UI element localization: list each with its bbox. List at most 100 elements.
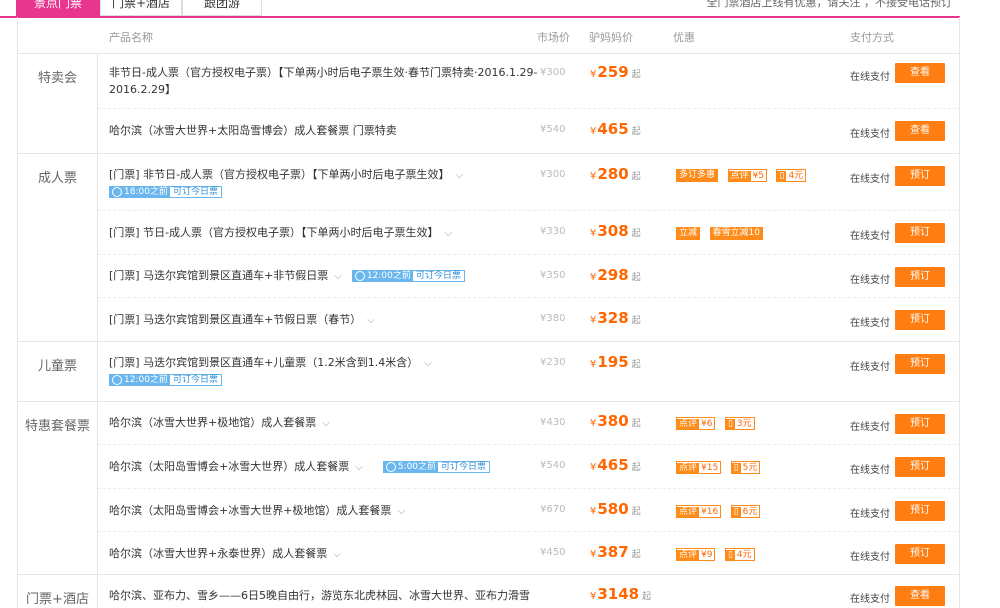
pay-method: 在线支付: [850, 318, 890, 329]
header-pay-method: 支付方式: [850, 31, 894, 44]
chevron-down-icon[interactable]: ⌵: [397, 503, 405, 520]
tab-bar: 景点门票 门票+酒店 跟团游 全门票酒店上线有优惠，请关注 ，不接受电话预订: [0, 0, 1000, 18]
market-price: ¥330: [540, 226, 566, 237]
market-price: ¥670: [540, 504, 566, 515]
sale-price: ¥580 起: [590, 500, 641, 518]
table-row: [门票] 马迭尔宾馆到景区直通车+非节假日票 ⌵ 12:00之前 可订今日票 ¥350…: [98, 255, 961, 298]
pay-method: 在线支付: [850, 465, 890, 476]
view-button[interactable]: 查看: [895, 63, 945, 83]
clock-icon: 12:00之前: [110, 375, 170, 385]
table-row: 哈尔滨（太阳岛雪博会+冰雪大世界+极地馆）成人套餐票 ⌵ ¥670 ¥580 起 点…: [98, 489, 961, 532]
view-button[interactable]: 查看: [895, 586, 945, 606]
chevron-down-icon[interactable]: ⌵: [445, 225, 453, 242]
sale-price: ¥280 起: [590, 165, 641, 183]
view-button[interactable]: 查看: [895, 121, 945, 141]
chevron-down-icon[interactable]: ⌵: [424, 355, 432, 372]
sale-price: ¥3148 起: [590, 585, 652, 603]
pay-method: 在线支付: [850, 72, 890, 83]
booking-time-tag: 12:00之前 可订今日票: [109, 373, 222, 386]
chevron-down-icon[interactable]: ⌵: [355, 459, 363, 476]
sale-price: ¥465 起: [590, 120, 641, 138]
phone-icon: ▯: [731, 463, 741, 474]
group-label: 成人票: [18, 154, 98, 341]
promo-list: 点评 ¥9 ▯ 4元: [676, 548, 761, 561]
tab-group-tour[interactable]: 跟团游: [182, 0, 262, 16]
chevron-down-icon[interactable]: ⌵: [367, 312, 375, 329]
book-button[interactable]: 预订: [895, 501, 945, 521]
market-price: ¥380: [540, 313, 566, 324]
clock-icon: 5:00之前: [383, 462, 439, 472]
book-button[interactable]: 预订: [895, 544, 945, 564]
market-price: ¥450: [540, 547, 566, 558]
pay-method: 在线支付: [850, 362, 890, 373]
product-name[interactable]: [门票] 非节日-成人票（官方授权电子票）【下单两小时后电子票生效】 ⌵: [109, 166, 539, 184]
market-price: ¥540: [540, 460, 566, 471]
mobile-promo-tag: ▯ 3元: [724, 417, 755, 430]
mobile-promo-tag: ▯ 5元: [730, 461, 761, 474]
product-name[interactable]: 哈尔滨、亚布力、雪乡——6日5晚自由行，游览东北虎林园、冰雪大世界、亚布力滑雪: [109, 587, 539, 604]
product-name[interactable]: [门票] 马迭尔宾馆到景区直通车+节假日票（春节） ⌵: [109, 311, 539, 329]
clock-icon: 18:00之前: [110, 187, 170, 197]
book-button[interactable]: 预订: [895, 354, 945, 374]
header-product: 产品名称: [109, 31, 153, 44]
product-name[interactable]: 非节日-成人票（官方授权电子票）【下单两小时后电子票生效·春节门票特卖·2016…: [109, 64, 539, 98]
pay-method: 在线支付: [850, 509, 890, 520]
product-name[interactable]: [门票] 马迭尔宾馆到景区直通车+儿童票（1.2米含到1.4米含） ⌵: [109, 354, 539, 372]
product-name[interactable]: 哈尔滨（冰雪大世界+永泰世界）成人套餐票 ⌵: [109, 545, 539, 563]
chevron-down-icon[interactable]: ⌵: [334, 268, 342, 285]
review-promo-tag: 点评 ¥9: [676, 548, 716, 561]
book-button[interactable]: 预订: [895, 414, 945, 434]
group-special-sale: 特卖会 非节日-成人票（官方授权电子票）【下单两小时后电子票生效·春节门票特卖·…: [18, 54, 961, 154]
table-row: 哈尔滨（冰雪大世界+极地馆）成人套餐票 ⌵ ¥430 ¥380 起 点评 ¥6 ▯ 3元…: [98, 402, 961, 445]
tab-scenic-tickets[interactable]: 景点门票: [16, 0, 100, 16]
sale-price: ¥328 起: [590, 309, 641, 327]
product-name[interactable]: 哈尔滨（太阳岛雪博会+冰雪大世界+极地馆）成人套餐票 ⌵: [109, 502, 539, 520]
sale-price: ¥259 起: [590, 63, 641, 81]
pay-method: 在线支付: [850, 129, 890, 140]
chevron-down-icon[interactable]: ⌵: [322, 415, 330, 432]
pay-method: 在线支付: [850, 552, 890, 563]
book-button[interactable]: 预订: [895, 457, 945, 477]
product-name[interactable]: 哈尔滨（冰雪大世界+太阳岛雪博会）成人套餐票 门票特卖: [109, 122, 539, 139]
table-row: [门票] 马迭尔宾馆到景区直通车+节假日票（春节） ⌵ ¥380 ¥328 起 在线…: [98, 298, 961, 342]
product-name[interactable]: 哈尔滨（太阳岛雪博会+冰雪大世界）成人套餐票 ⌵ 5:00之前 可订今日票: [109, 458, 539, 476]
product-name[interactable]: [门票] 马迭尔宾馆到景区直通车+非节假日票 ⌵ 12:00之前 可订今日票: [109, 267, 539, 285]
product-name[interactable]: [门票] 节日-成人票（官方授权电子票）【下单两小时后电子票生效】 ⌵: [109, 224, 539, 242]
promo-tag: 春雪立减10: [709, 227, 763, 240]
promo-list: 点评 ¥16 ▯ 6元: [676, 505, 766, 518]
table-row: 哈尔滨（冰雪大世界+太阳岛雪博会）成人套餐票 门票特卖 ¥540 ¥465 起 在…: [98, 109, 961, 154]
review-promo-tag: 点评 ¥15: [676, 461, 722, 474]
chevron-down-icon[interactable]: ⌵: [456, 167, 464, 184]
chevron-down-icon[interactable]: ⌵: [333, 546, 341, 563]
review-promo-tag: 点评 ¥16: [676, 505, 722, 518]
book-button[interactable]: 预订: [895, 267, 945, 287]
market-price: ¥300: [540, 169, 566, 180]
table-row: 哈尔滨（冰雪大世界+永泰世界）成人套餐票 ⌵ ¥450 ¥387 起 点评 ¥9 ▯ 4…: [98, 532, 961, 575]
promo-list: 点评 ¥6 ▯ 3元: [676, 417, 761, 430]
promo-list: 多订多惠 点评 ¥5 ▯ 4元: [676, 169, 812, 182]
group-label: 门票+酒店: [18, 575, 98, 608]
phone-icon: ▯: [725, 550, 735, 561]
promo-list: 点评 ¥15 ▯ 5元: [676, 461, 766, 474]
table-row: [门票] 马迭尔宾馆到景区直通车+儿童票（1.2米含到1.4米含） ⌵ 12:00…: [98, 342, 961, 402]
product-name[interactable]: 哈尔滨（冰雪大世界+极地馆）成人套餐票 ⌵: [109, 414, 539, 432]
pay-method: 在线支付: [850, 174, 890, 185]
promo-tag: 多订多惠: [676, 169, 719, 182]
book-button[interactable]: 预订: [895, 310, 945, 330]
table-row: 哈尔滨（太阳岛雪博会+冰雪大世界）成人套餐票 ⌵ 5:00之前 可订今日票 ¥540 …: [98, 445, 961, 489]
tab-ticket-hotel[interactable]: 门票+酒店: [100, 0, 182, 16]
group-package-ticket: 特惠套餐票 哈尔滨（冰雪大世界+极地馆）成人套餐票 ⌵ ¥430 ¥380 起 点评…: [18, 402, 961, 575]
market-price: ¥350: [540, 270, 566, 281]
booking-time-tag: 18:00之前 可订今日票: [109, 185, 222, 198]
book-button[interactable]: 预订: [895, 223, 945, 243]
booking-time-tag: 12:00之前 可订今日票: [351, 270, 465, 282]
market-price: ¥430: [540, 417, 566, 428]
table-row: 非节日-成人票（官方授权电子票）【下单两小时后电子票生效·春节门票特卖·2016…: [98, 54, 961, 109]
header-promo: 优惠: [673, 31, 695, 44]
book-button[interactable]: 预订: [895, 166, 945, 186]
market-price: ¥230: [540, 357, 566, 368]
mobile-promo-tag: ▯ 6元: [730, 505, 761, 518]
header-market-price: 市场价: [537, 31, 570, 44]
group-label: 特卖会: [18, 54, 98, 153]
clock-icon: 12:00之前: [352, 271, 413, 281]
